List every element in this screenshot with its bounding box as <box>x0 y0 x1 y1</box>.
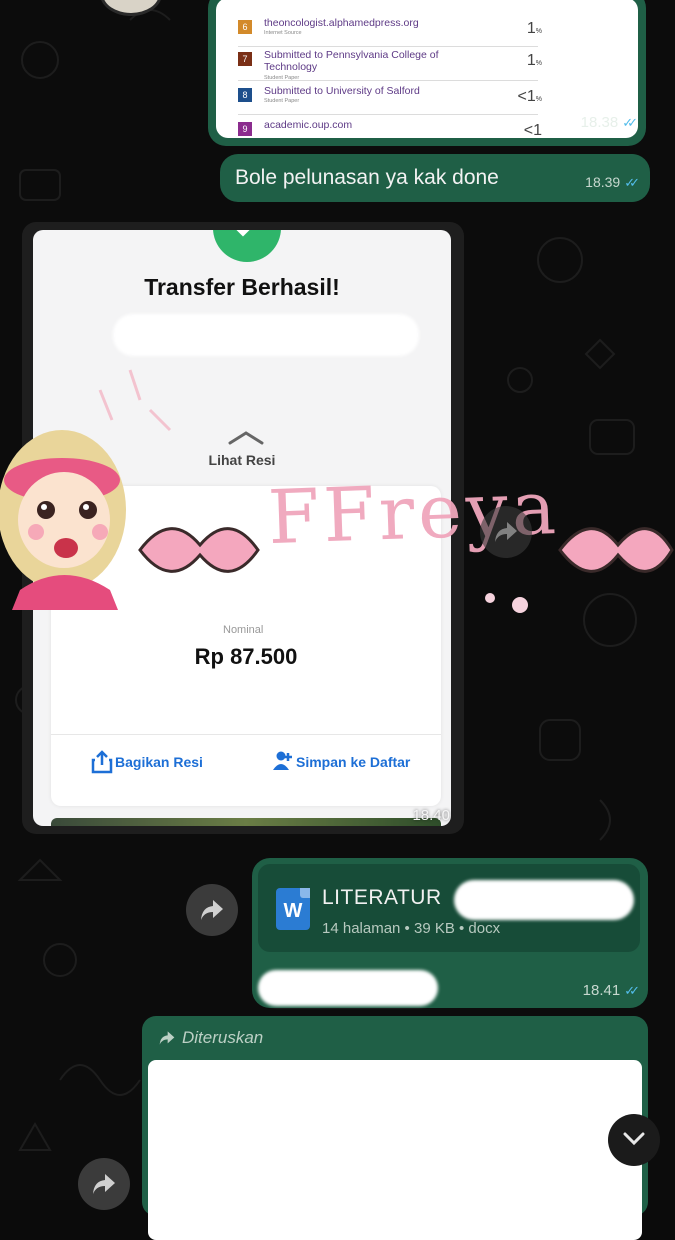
text-message-bubble[interactable]: Bole pelunasan ya kak done 18.39 ✓✓ <box>220 154 650 202</box>
source-number: 6 <box>238 20 252 34</box>
forward-icon <box>495 522 517 542</box>
source-percent: 1% <box>526 52 542 69</box>
transfer-amount: Rp 87.500 <box>194 644 298 669</box>
read-ticks-icon: ✓✓ <box>624 175 640 190</box>
share-icon <box>91 750 113 774</box>
forwarded-text: Diteruskan <box>182 1028 264 1047</box>
source-number: 9 <box>238 122 252 136</box>
report-row: 7 Submitted to Pennsylvania College of T… <box>238 48 542 81</box>
chevron-down-icon <box>623 1132 645 1146</box>
report-row: 6 theoncologist.alphamedpress.org Intern… <box>238 16 542 47</box>
report-row: 9 academic.oup.com <1 <box>238 118 542 138</box>
source-type: Internet Source <box>264 30 302 36</box>
save-to-list-label: Simpan ke Daftar <box>296 754 411 770</box>
message-time: 18.40 <box>412 807 450 824</box>
source-title: theoncologist.alphamedpress.org <box>264 17 419 29</box>
report-image[interactable]: 6 theoncologist.alphamedpress.org Intern… <box>216 0 638 138</box>
scroll-to-bottom-button[interactable] <box>608 1114 660 1166</box>
source-percent: <1 <box>523 122 542 138</box>
transfer-title: Transfer Berhasil! <box>144 274 340 300</box>
redacted-recipient <box>113 314 419 356</box>
chevron-up-icon[interactable] <box>226 430 266 446</box>
word-icon-fold <box>300 888 310 898</box>
source-type: Student Paper <box>264 98 300 104</box>
redacted-filename <box>454 880 634 920</box>
forward-button[interactable] <box>186 884 238 936</box>
share-receipt-label: Bagikan Resi <box>115 754 203 770</box>
report-row: 8 Submitted to University of Salford Stu… <box>238 84 542 115</box>
share-receipt-button[interactable]: Bagikan Resi <box>91 750 203 774</box>
redacted-caption <box>258 970 438 1006</box>
redacted-detail <box>135 676 355 706</box>
check-icon <box>236 230 250 237</box>
message-time: 18.41 ✓✓ <box>582 982 640 999</box>
message-text: Bole pelunasan ya kak done <box>235 166 499 189</box>
source-percent: 1% <box>526 20 542 37</box>
nominal-label: Nominal <box>223 624 264 636</box>
word-icon: W <box>276 888 310 930</box>
source-percent: <1% <box>517 88 542 105</box>
save-to-list-button[interactable]: Simpan ke Daftar <box>273 751 411 770</box>
view-receipt-link[interactable]: Lihat Resi <box>33 452 451 468</box>
source-number: 8 <box>238 88 252 102</box>
source-type: Student Paper <box>264 75 300 81</box>
add-contact-icon <box>273 751 292 770</box>
divider <box>51 734 441 735</box>
document-name: LITERATUR <box>322 886 442 909</box>
forwarded-image[interactable] <box>148 1060 642 1240</box>
document-meta: 14 halaman • 39 KB • docx <box>322 920 501 937</box>
next-image-strip <box>51 818 441 826</box>
document-message-bubble[interactable]: W LITERATUR 14 halaman • 39 KB • docx 18… <box>252 858 648 1008</box>
success-badge <box>213 230 281 262</box>
read-ticks-icon: ✓✓ <box>624 983 640 998</box>
image-message-bubble[interactable]: 6 theoncologist.alphamedpress.org Intern… <box>208 0 646 146</box>
forward-button[interactable] <box>78 1158 130 1210</box>
forwarded-message-bubble[interactable]: Diteruskan <box>142 1016 648 1240</box>
document-attachment[interactable]: W LITERATUR 14 halaman • 39 KB • docx <box>258 864 640 952</box>
source-title: Submitted to University of Salford <box>264 85 420 97</box>
forwarded-label: Diteruskan <box>159 1028 264 1048</box>
forward-icon <box>93 1174 115 1194</box>
read-ticks-icon: ✓✓ <box>622 115 638 130</box>
forwarded-icon <box>159 1031 175 1045</box>
source-number: 7 <box>238 52 252 66</box>
message-time: 18.38 ✓✓ <box>580 114 638 131</box>
forward-button[interactable] <box>480 506 532 558</box>
source-title: Submitted to Pennsylvania College of Tec… <box>264 49 439 73</box>
forward-icon <box>201 900 223 920</box>
message-time: 18.39 ✓✓ <box>585 174 640 190</box>
source-title: academic.oup.com <box>264 119 353 131</box>
